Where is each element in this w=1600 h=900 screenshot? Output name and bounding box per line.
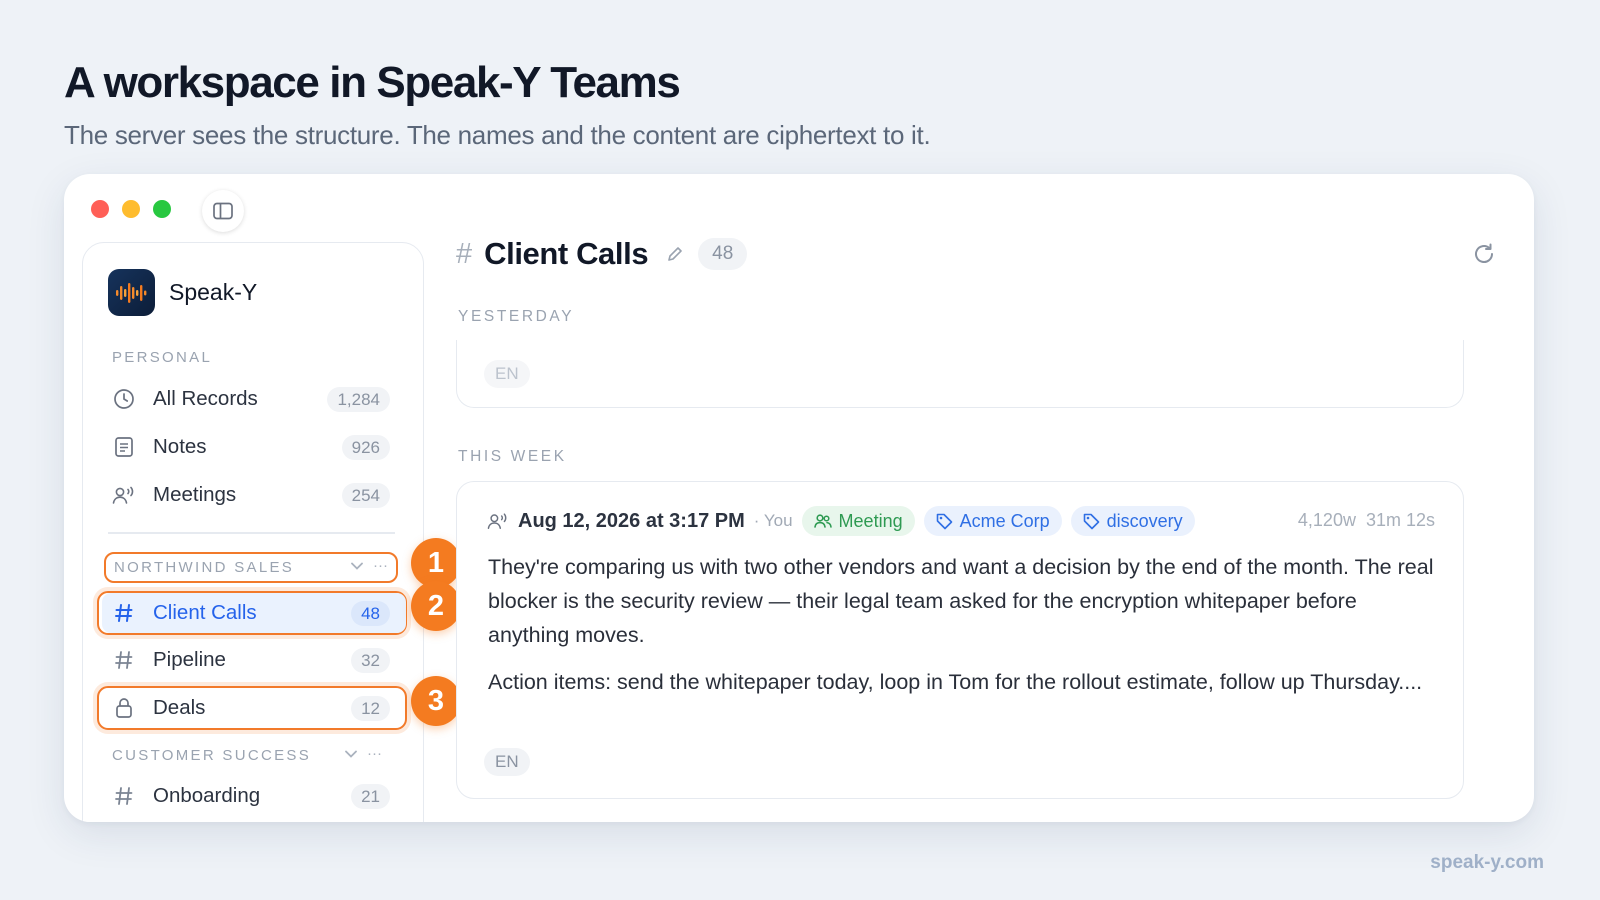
channel-title: Client Calls [484, 236, 649, 271]
tag-icon [936, 513, 952, 529]
section-label-personal: PERSONAL [112, 349, 213, 366]
meeting-icon [112, 483, 136, 507]
more-options-icon[interactable]: ··· [373, 557, 388, 574]
footer-url[interactable]: speak-y.com [1430, 852, 1544, 874]
callout-badge-2: 2 [411, 581, 461, 631]
maximize-window-button[interactable] [153, 200, 171, 218]
duration: 31m 12s [1365, 510, 1435, 530]
sidebar-item-label: Client Calls [153, 601, 257, 624]
record-meta: Aug 12, 2026 at 3:17 PM · You Meeting Ac… [486, 506, 1195, 536]
group-header-northwind-sales[interactable]: NORTHWIND SALES ··· [104, 552, 398, 583]
record-card[interactable]: EN [456, 340, 1464, 408]
clock-icon [112, 387, 136, 411]
sidebar-item-pipeline[interactable]: Pipeline 32 [102, 640, 406, 680]
sidebar-item-label: Notes [153, 435, 207, 458]
record-card[interactable]: Aug 12, 2026 at 3:17 PM · You Meeting Ac… [456, 481, 1464, 799]
channel-header: # Client Calls 48 [456, 236, 748, 272]
brand: Speak-Y [108, 269, 257, 316]
more-options-icon[interactable]: ··· [367, 745, 382, 762]
sidebar: Speak-Y PERSONAL All Records 1,284 Notes… [82, 242, 424, 822]
meeting-icon [486, 511, 510, 531]
chevron-down-icon[interactable] [351, 562, 363, 570]
tag-acme-corp[interactable]: Acme Corp [923, 506, 1062, 536]
group-label: NORTHWIND SALES [114, 559, 295, 576]
tag-icon [1083, 513, 1099, 529]
word-count: 4,120w [1297, 510, 1356, 530]
page-title: A workspace in Speak-Y Teams [64, 58, 681, 107]
sidebar-item-all-records[interactable]: All Records 1,284 [102, 379, 406, 419]
sidebar-divider [108, 532, 395, 534]
record-excerpt: They're comparing us with two other vend… [488, 550, 1438, 699]
sidebar-item-label: Deals [153, 696, 206, 719]
sidebar-item-label: All Records [153, 387, 258, 410]
excerpt-paragraph: Action items: send the whitepaper today,… [488, 670, 1423, 694]
pencil-icon[interactable] [666, 245, 684, 263]
sidebar-item-deals[interactable]: Deals 12 [102, 688, 406, 728]
language-badge: EN [484, 748, 530, 776]
record-date: Aug 12, 2026 at 3:17 PM [518, 509, 745, 532]
hash-icon: # [456, 237, 473, 270]
record-owner: · You [753, 511, 793, 530]
tag-label: Meeting [838, 510, 903, 531]
hash-icon [112, 601, 136, 625]
sidebar-item-label: Meetings [153, 483, 237, 506]
close-window-button[interactable] [91, 200, 109, 218]
sidebar-icon [213, 202, 233, 220]
minimize-window-button[interactable] [122, 200, 140, 218]
note-icon [112, 435, 136, 459]
sidebar-item-client-calls[interactable]: Client Calls 48 [102, 593, 406, 633]
count-badge: 12 [351, 696, 390, 721]
count-badge: 21 [351, 784, 390, 809]
refresh-icon[interactable] [1472, 242, 1496, 266]
tag-meeting[interactable]: Meeting [801, 506, 915, 536]
sidebar-item-notes[interactable]: Notes 926 [102, 427, 406, 467]
sidebar-item-label: Onboarding [153, 784, 261, 807]
page-subtitle: The server sees the structure. The names… [64, 120, 931, 150]
sidebar-item-meetings[interactable]: Meetings 254 [102, 475, 406, 515]
count-badge: 1,284 [327, 387, 390, 412]
waveform-logo [108, 269, 155, 316]
hash-icon [112, 784, 136, 808]
count-badge: 48 [351, 601, 390, 626]
lock-icon [112, 696, 136, 720]
record-count-badge: 48 [698, 238, 748, 270]
count-badge: 254 [341, 483, 390, 508]
section-label-yesterday: YESTERDAY [458, 308, 575, 325]
tag-label: discovery [1106, 510, 1183, 531]
tag-discovery[interactable]: discovery [1070, 506, 1195, 536]
brand-name: Speak-Y [169, 279, 258, 305]
count-badge: 32 [351, 648, 390, 673]
language-badge: EN [484, 360, 530, 388]
group-tools: ··· [345, 745, 382, 762]
people-icon [813, 514, 832, 528]
record-stats: 4,120w 31m 12s [1298, 510, 1435, 531]
excerpt-paragraph: They're comparing us with two other vend… [488, 555, 1434, 647]
group-label-customer-success[interactable]: CUSTOMER SUCCESS [112, 747, 311, 764]
callout-badge-3: 3 [411, 676, 461, 726]
hash-icon [112, 648, 136, 672]
sidebar-toggle-button[interactable] [202, 190, 244, 232]
tag-label: Acme Corp [959, 510, 1050, 531]
sidebar-item-label: Pipeline [153, 648, 226, 671]
count-badge: 926 [341, 435, 390, 460]
app-window: Speak-Y PERSONAL All Records 1,284 Notes… [64, 174, 1534, 822]
section-label-this-week: THIS WEEK [458, 448, 567, 465]
chevron-down-icon[interactable] [345, 750, 357, 758]
sidebar-item-onboarding[interactable]: Onboarding 21 [102, 776, 406, 816]
